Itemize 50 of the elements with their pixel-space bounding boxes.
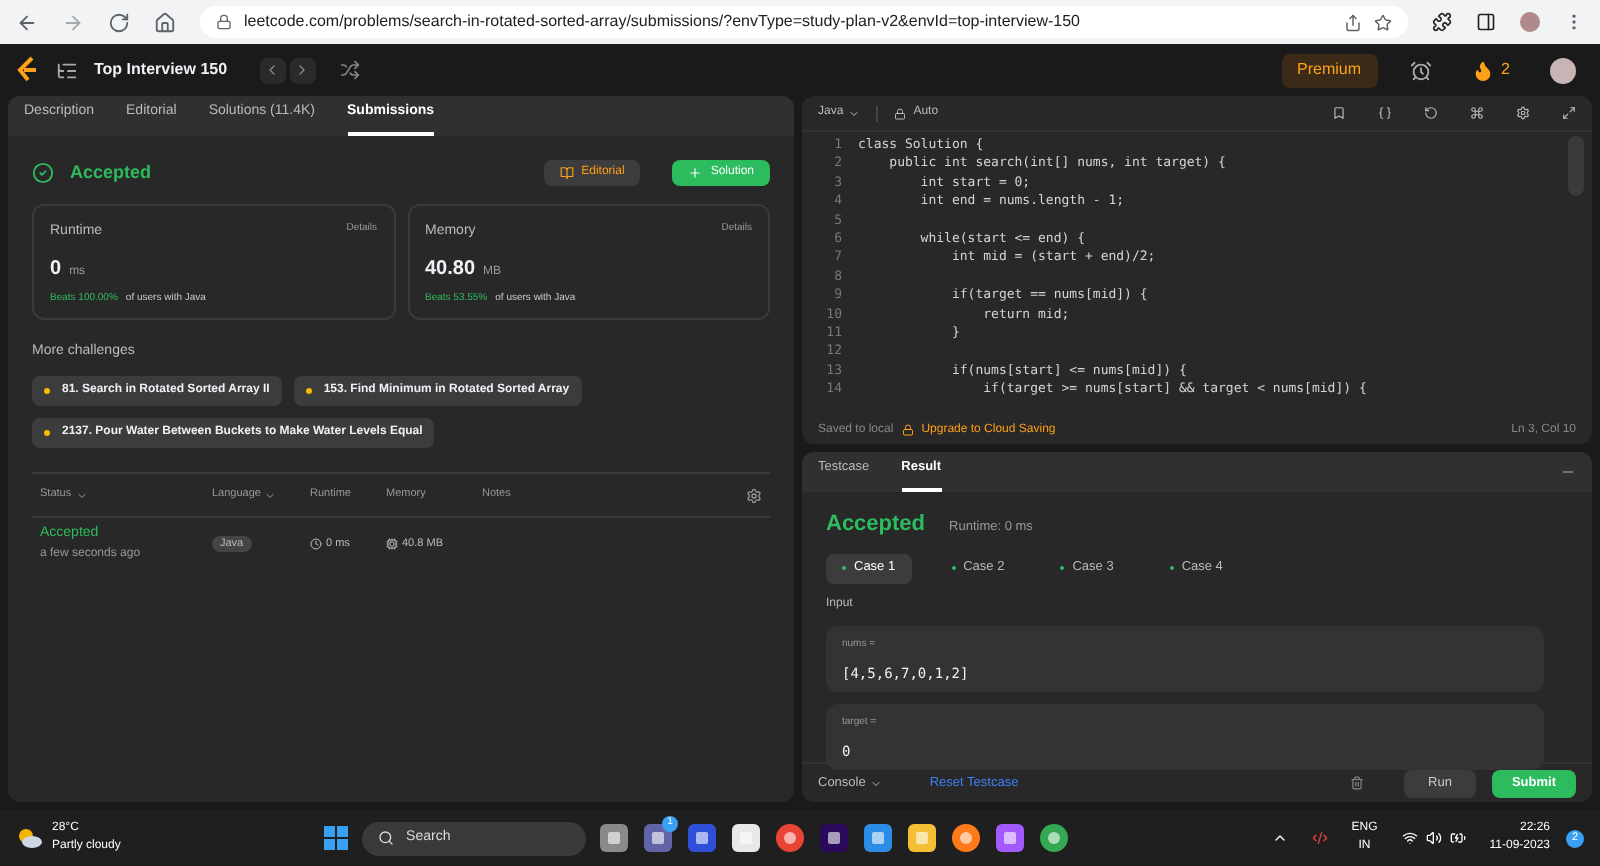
streak-count: 2 <box>1501 58 1510 82</box>
problem-list-title: Top Interview 150 <box>94 58 228 82</box>
side-panel-icon[interactable] <box>1476 12 1496 32</box>
caret-icon <box>869 777 882 789</box>
reset-icon[interactable] <box>1424 106 1438 120</box>
result-status: Accepted <box>826 510 926 540</box>
accepted-check-icon <box>32 162 54 185</box>
tray-app-icon[interactable] <box>1311 830 1328 846</box>
battery-icon[interactable] <box>1449 830 1466 846</box>
back-icon[interactable] <box>16 11 38 33</box>
book-icon <box>559 166 574 181</box>
previous-button[interactable] <box>259 57 286 83</box>
home-icon[interactable] <box>154 11 176 33</box>
plus-icon <box>688 166 703 181</box>
bookmark-icon[interactable] <box>1332 106 1346 120</box>
submission-status: Accepted <box>70 160 152 186</box>
profile-avatar[interactable] <box>1520 12 1540 32</box>
clock-icon <box>310 538 322 550</box>
windows-start-icon[interactable] <box>322 824 351 852</box>
url-text: leetcode.com/problems/search-in-rotated-sorted-array/submissions/?envType=study-plan-v2&envId=top-interview-150 <box>244 10 1080 34</box>
stat-value: 40.80 <box>425 256 476 284</box>
streak-flame-icon[interactable] <box>1471 59 1494 81</box>
app-icon[interactable] <box>686 822 719 854</box>
premium-button[interactable]: Premium <box>1281 53 1378 87</box>
address-bar[interactable]: leetcode.com/problems/search-in-rotated-sorted-array/submissions/?envType=study-plan-v2&envId=top-interview-150 <box>200 6 1408 38</box>
lock-icon <box>893 107 906 119</box>
lock-icon <box>901 424 914 436</box>
trash-icon[interactable] <box>1350 776 1365 790</box>
timer-icon[interactable] <box>1409 59 1432 81</box>
caret-icon <box>847 107 860 119</box>
braces-icon[interactable] <box>1378 106 1392 120</box>
reload-icon[interactable] <box>108 11 130 33</box>
chevron-up-icon[interactable] <box>1271 830 1288 846</box>
bookmark-star-icon[interactable] <box>1374 13 1392 31</box>
search-icon <box>378 830 395 846</box>
list-icon[interactable] <box>56 59 78 81</box>
share-icon[interactable] <box>1344 13 1362 31</box>
expand-icon[interactable] <box>1562 106 1576 120</box>
shuffle-icon[interactable] <box>339 60 360 80</box>
command-icon[interactable] <box>1470 106 1484 120</box>
lock-icon <box>216 14 232 30</box>
stat-value: 0 <box>50 256 62 284</box>
extensions-icon[interactable] <box>1432 12 1452 32</box>
volume-icon[interactable] <box>1425 830 1442 846</box>
wifi-icon[interactable] <box>1401 830 1418 846</box>
settings-icon[interactable] <box>746 487 762 503</box>
settings-icon[interactable] <box>1516 106 1530 120</box>
weather-cloud-icon[interactable] <box>16 826 44 850</box>
next-button[interactable] <box>289 57 316 83</box>
user-avatar[interactable] <box>1550 57 1576 83</box>
